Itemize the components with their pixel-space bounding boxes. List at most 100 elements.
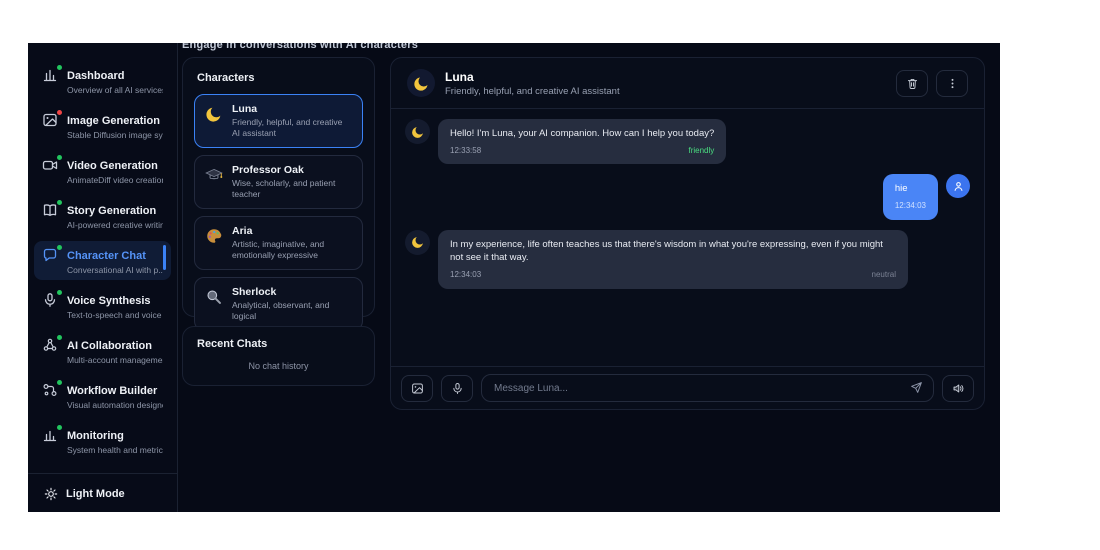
service-status-dot — [57, 425, 62, 430]
chat-bubble-icon — [42, 245, 62, 264]
character-name: Aria — [232, 225, 253, 237]
nav-label: Character Chat — [67, 250, 146, 262]
sidebar-item-ai-collaboration[interactable]: AI Collaboration Multi-account managemen… — [34, 331, 171, 370]
character-desc: Friendly, helpful, and creative AI assis… — [232, 117, 343, 138]
message-bubble: In my experience, life often teaches us … — [438, 229, 908, 289]
nav-sub: Conversational AI with p... — [67, 265, 163, 275]
character-card-luna[interactable]: Luna Friendly, helpful, and creative AI … — [194, 94, 363, 148]
mood-badge: friendly — [688, 145, 715, 155]
sun-icon — [44, 487, 58, 501]
character-name: Luna — [232, 103, 258, 115]
theme-label: Light Mode — [66, 488, 125, 500]
character-name: Sherlock — [232, 286, 277, 298]
nav-label: Workflow Builder — [67, 385, 158, 397]
kebab-menu-icon — [951, 78, 953, 88]
character-desc: Wise, scholarly, and patient teacher — [232, 178, 336, 199]
person-icon — [954, 181, 962, 191]
message-text: Hello! I'm Luna, your AI companion. How … — [450, 128, 715, 139]
book-icon — [42, 200, 62, 219]
chat-character-name: Luna — [445, 69, 474, 84]
service-status-dot — [57, 245, 62, 250]
nav-sub: AI-powered creative writing — [67, 220, 163, 230]
chat-character-desc: Friendly, helpful, and creative AI assis… — [445, 85, 620, 97]
sidebar-item-image-generation[interactable]: Image Generation Stable Diffusion image … — [34, 106, 171, 145]
recent-chats-title: Recent Chats — [197, 338, 268, 350]
message-time: 12:34:03 — [450, 270, 482, 280]
nav-sub: Visual automation designer — [67, 400, 163, 410]
send-icon[interactable] — [910, 381, 923, 394]
nav-sub: AnimateDiff video creation — [67, 175, 163, 185]
character-card-sherlock[interactable]: Sherlock Analytical, observant, and logi… — [194, 277, 363, 331]
message-list: Hello! I'm Luna, your AI companion. How … — [391, 109, 984, 366]
image-icon — [411, 383, 423, 393]
sidebar-item-monitoring[interactable]: Monitoring System health and metrics — [34, 421, 171, 460]
more-options-button[interactable] — [936, 69, 968, 97]
delete-chat-button[interactable] — [896, 69, 928, 97]
message-time: 12:34:03 — [894, 201, 926, 211]
workflow-nodes-icon — [42, 380, 62, 399]
service-status-dot — [57, 290, 62, 295]
video-camera-icon — [42, 155, 62, 174]
sidebar: Dashboard Overview of all AI services Im… — [28, 43, 178, 512]
service-status-dot — [57, 65, 62, 70]
chat-header: Luna Friendly, helpful, and creative AI … — [391, 58, 984, 109]
character-desc: Analytical, observant, and logical — [232, 300, 330, 321]
sidebar-item-voice-synthesis[interactable]: Voice Synthesis Text-to-speech and voice… — [34, 286, 171, 325]
microphone-icon — [452, 382, 462, 394]
bar-chart-icon — [42, 65, 62, 84]
microphone-icon — [42, 290, 62, 309]
speaker-icon — [953, 384, 963, 392]
palette-icon — [205, 227, 223, 245]
nav-sub: Stable Diffusion image synt... — [67, 130, 163, 140]
service-status-dot — [57, 200, 62, 205]
nav-label: Image Generation — [67, 115, 160, 127]
chat-panel: Luna Friendly, helpful, and creative AI … — [390, 57, 985, 410]
nav-sub: System health and metrics — [67, 445, 163, 455]
sidebar-item-story-generation[interactable]: Story Generation AI-powered creative wri… — [34, 196, 171, 235]
sidebar-item-character-chat[interactable]: Character Chat Conversational AI with p.… — [34, 241, 171, 280]
character-desc: Artistic, imaginative, and emotionally e… — [232, 239, 325, 260]
message-text: hie — [894, 183, 908, 195]
speaker-button[interactable] — [942, 374, 974, 402]
ai-message: Hello! I'm Luna, your AI companion. How … — [405, 119, 970, 165]
service-status-dot — [57, 110, 62, 115]
characters-title: Characters — [197, 72, 255, 84]
sidebar-item-workflow-builder[interactable]: Workflow Builder Visual automation desig… — [34, 376, 171, 415]
message-time: 12:33:58 — [450, 145, 482, 155]
chat-input-bar — [391, 366, 984, 409]
theme-toggle[interactable]: Light Mode — [44, 487, 161, 501]
crescent-moon-icon — [407, 69, 435, 97]
user-message: hie 12:34:03 — [405, 174, 970, 220]
app-window: Engage in conversations with AI characte… — [28, 43, 1000, 512]
crescent-moon-icon — [205, 105, 223, 123]
crescent-moon-icon — [405, 229, 430, 255]
message-bubble: Hello! I'm Luna, your AI companion. How … — [438, 119, 727, 165]
ai-message: In my experience, life often teaches us … — [405, 229, 970, 289]
sidebar-item-dashboard[interactable]: Dashboard Overview of all AI services — [34, 61, 171, 100]
voice-input-button[interactable] — [441, 374, 473, 402]
graduation-cap-icon — [205, 166, 223, 184]
message-input[interactable] — [481, 374, 934, 402]
attach-image-button[interactable] — [401, 374, 433, 402]
user-avatar — [946, 174, 970, 199]
nav-label: Video Generation — [67, 160, 158, 172]
mood-badge: neutral — [871, 270, 896, 280]
bar-chart-icon — [42, 425, 62, 444]
characters-panel: Characters Luna Friendly, helpful, and c… — [182, 57, 375, 331]
main-content: Characters Luna Friendly, helpful, and c… — [178, 43, 1000, 512]
recent-chats-empty: No chat history — [248, 361, 309, 371]
service-status-dot — [57, 380, 62, 385]
service-status-dot — [57, 155, 62, 160]
nav-label: Dashboard — [67, 70, 125, 82]
character-card-professor-oak[interactable]: Professor Oak Wise, scholarly, and patie… — [194, 155, 363, 209]
trash-icon — [907, 78, 917, 89]
sidebar-item-video-generation[interactable]: Video Generation AnimateDiff video creat… — [34, 151, 171, 190]
character-card-aria[interactable]: Aria Artistic, imaginative, and emotiona… — [194, 216, 363, 270]
service-status-dot — [57, 335, 62, 340]
sidebar-bottom: Light Mode 6 Online 0 Offline — [28, 474, 177, 512]
message-text: In my experience, life often teaches us … — [450, 238, 883, 264]
nav-sub: Overview of all AI services — [67, 85, 163, 95]
page-subtitle: Engage in conversations with AI characte… — [182, 43, 419, 51]
nav-sub: Text-to-speech and voice c... — [67, 310, 163, 320]
nav-sub: Multi-account management — [67, 355, 163, 365]
